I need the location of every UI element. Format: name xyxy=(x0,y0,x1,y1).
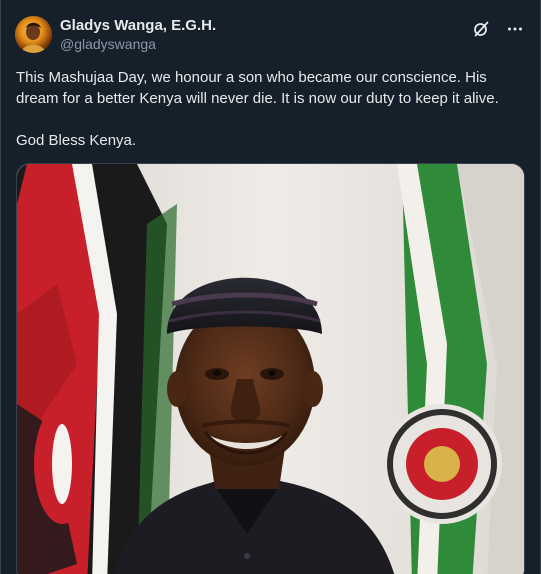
tweet-header: Gladys Wanga, E.G.H. @gladyswanga xyxy=(15,14,526,58)
author-avatar[interactable] xyxy=(15,16,52,53)
tweet-text: This Mashujaa Day, we honour a son who b… xyxy=(16,67,521,151)
tweet-text-paragraph-1: This Mashujaa Day, we honour a son who b… xyxy=(16,69,499,107)
author-handle[interactable]: @gladyswanga xyxy=(60,35,216,54)
tweet-actions xyxy=(470,18,526,40)
grok-icon[interactable] xyxy=(470,18,492,40)
portrait-photo xyxy=(17,164,524,574)
tweet-photo[interactable] xyxy=(16,163,525,574)
author-names: Gladys Wanga, E.G.H. @gladyswanga xyxy=(60,16,216,54)
more-options-icon[interactable] xyxy=(504,18,526,40)
tweet-card[interactable]: Gladys Wanga, E.G.H. @gladyswanga This M… xyxy=(0,0,541,574)
author-display-name[interactable]: Gladys Wanga, E.G.H. xyxy=(60,16,216,35)
avatar-image xyxy=(15,16,52,53)
tweet-text-paragraph-2: God Bless Kenya. xyxy=(16,132,137,149)
